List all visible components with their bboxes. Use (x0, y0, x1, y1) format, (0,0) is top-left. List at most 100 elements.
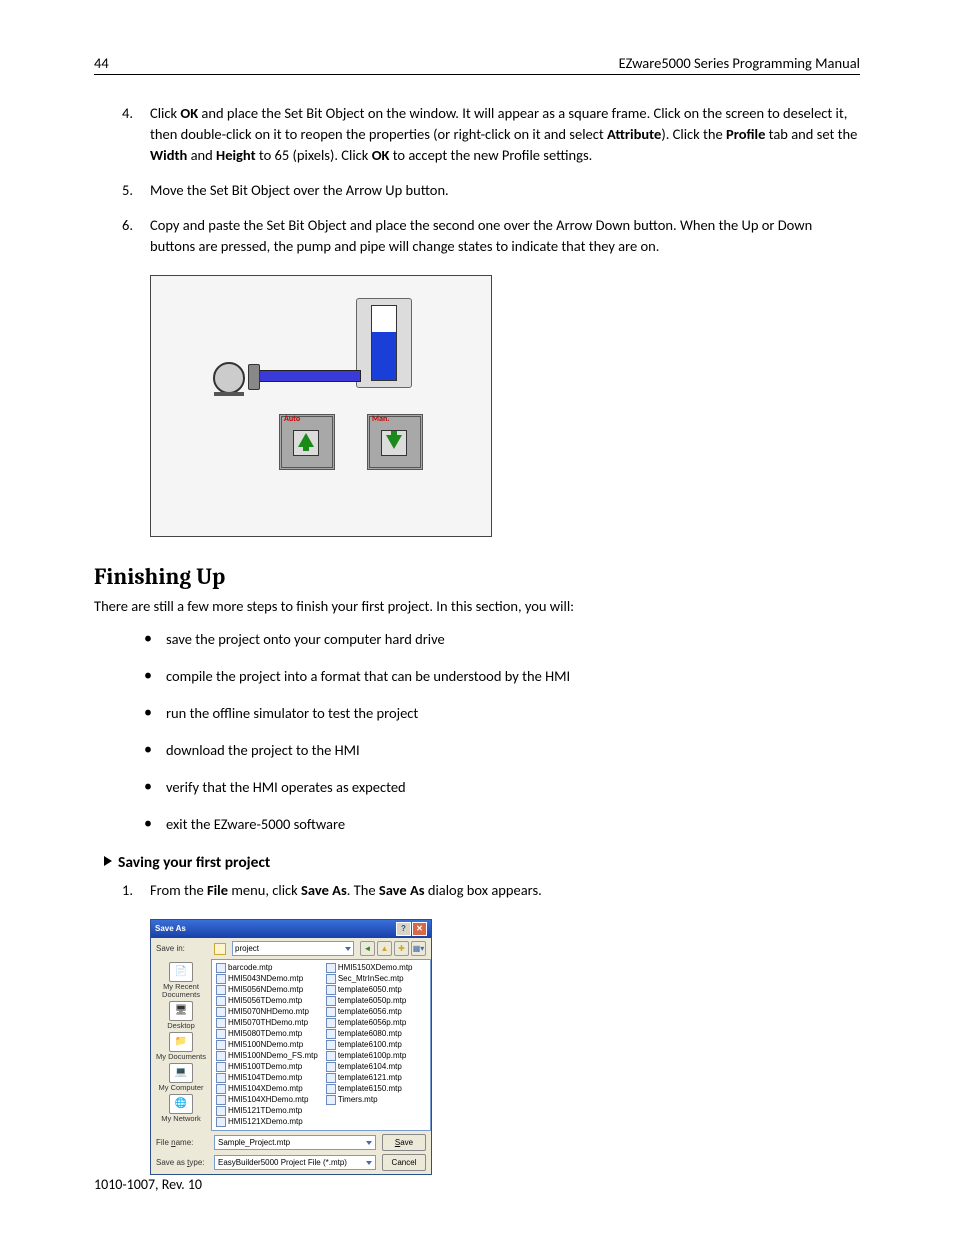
section-heading: Finishing Up (94, 563, 860, 590)
down-button-label: Man. (372, 414, 389, 424)
pipe-cap-graphic (248, 364, 260, 390)
arrow-down-button[interactable]: Man. (367, 414, 423, 470)
file-item[interactable]: template6100p.mtp (326, 1051, 413, 1061)
file-item[interactable]: template6050p.mtp (326, 996, 413, 1006)
file-icon (216, 1117, 226, 1127)
file-icon (326, 1062, 336, 1072)
file-item[interactable]: Sec_MtrInSec.mtp (326, 974, 413, 984)
file-item[interactable]: template6100.mtp (326, 1040, 413, 1050)
arrow-up-button[interactable]: Auto (279, 414, 335, 470)
place-network[interactable]: 🌐My Network (161, 1094, 201, 1123)
file-item[interactable]: HMI5056NDemo.mtp (216, 985, 318, 995)
page-header: 44 EZware5000 Series Programming Manual (94, 54, 860, 75)
file-icon (216, 1095, 226, 1105)
file-item[interactable]: HMI5070THDemo.mtp (216, 1018, 318, 1028)
bullet-item: download the project to the HMI (166, 741, 860, 760)
desktop-icon: 🖥 (169, 1001, 193, 1021)
back-icon[interactable]: ◄ (360, 941, 375, 956)
help-button[interactable]: ? (396, 922, 411, 936)
save-button[interactable]: Save (382, 1134, 426, 1151)
file-item[interactable]: template6080.mtp (326, 1029, 413, 1039)
hmi-screenshot: Auto Man. (150, 275, 492, 537)
up-folder-icon[interactable]: ▲ (377, 941, 392, 956)
file-item[interactable]: template6150.mtp (326, 1084, 413, 1094)
file-col-2: HMI5150XDemo.mtpSec_MtrInSec.mtptemplate… (326, 963, 413, 1127)
section-lead: There are still a few more steps to fini… (94, 596, 860, 616)
file-item[interactable]: HMI5100NDemo.mtp (216, 1040, 318, 1050)
chevron-down-icon (366, 1141, 372, 1145)
pipe-graphic (255, 370, 361, 382)
recent-icon: 📄 (169, 962, 193, 982)
file-icon (326, 1084, 336, 1094)
step-5-text: Move the Set Bit Object over the Arrow U… (150, 181, 449, 199)
file-item[interactable]: template6056.mtp (326, 1007, 413, 1017)
file-item[interactable]: template6104.mtp (326, 1062, 413, 1072)
file-icon (216, 985, 226, 995)
bullet-item: exit the EZware-5000 software (166, 815, 860, 834)
file-item[interactable]: HMI5080TDemo.mtp (216, 1029, 318, 1039)
file-item[interactable]: HMI5104TDemo.mtp (216, 1073, 318, 1083)
filename-label: File name: (156, 1139, 208, 1148)
file-item[interactable]: HMI5100NDemo_FS.mtp (216, 1051, 318, 1061)
file-icon (326, 1007, 336, 1017)
network-icon: 🌐 (169, 1094, 193, 1114)
file-item[interactable]: HMI5104XDemo.mtp (216, 1084, 318, 1094)
computer-icon: 💻 (169, 1063, 193, 1083)
view-menu-icon[interactable]: ▦▾ (411, 941, 426, 956)
file-item[interactable]: template6056p.mtp (326, 1018, 413, 1028)
step-4: 4.Click OK and place the Set Bit Object … (150, 103, 860, 166)
filename-input[interactable]: Sample_Project.mtp (214, 1135, 376, 1150)
file-item[interactable]: Timers.mtp (326, 1095, 413, 1105)
step-5: 5.Move the Set Bit Object over the Arrow… (150, 180, 860, 201)
place-documents[interactable]: 📁My Documents (156, 1032, 206, 1061)
instruction-steps: 4.Click OK and place the Set Bit Object … (94, 103, 860, 257)
file-icon (216, 1084, 226, 1094)
file-item[interactable]: HMI5150XDemo.mtp (326, 963, 413, 973)
place-desktop[interactable]: 🖥Desktop (167, 1001, 195, 1030)
savetype-dropdown[interactable]: EasyBuilder5000 Project File (*.mtp) (214, 1155, 376, 1170)
place-computer[interactable]: 💻My Computer (158, 1063, 203, 1092)
file-item[interactable]: HMI5070NHDemo.mtp (216, 1007, 318, 1017)
file-icon (216, 1051, 226, 1061)
save-in-label: Save in: (156, 945, 208, 954)
file-icon (216, 1106, 226, 1116)
file-list[interactable]: barcode.mtpHMI5043NDemo.mtpHMI5056NDemo.… (211, 959, 431, 1131)
file-icon (216, 1062, 226, 1072)
file-icon (326, 1029, 336, 1039)
file-item[interactable]: barcode.mtp (216, 963, 318, 973)
arrow-down-icon (386, 435, 402, 449)
file-icon (216, 1007, 226, 1017)
save-in-row: Save in: project ◄ ▲ ✚ ▦▾ (151, 938, 431, 959)
file-item[interactable]: HMI5121XDemo.mtp (216, 1117, 318, 1127)
save-as-dialog: Save As ? ✕ Save in: project ◄ ▲ ✚ ▦▾ 📄M… (150, 919, 432, 1175)
place-recent[interactable]: 📄My Recent Documents (153, 962, 209, 999)
manual-title: EZware5000 Series Programming Manual (619, 54, 860, 72)
folder-icon (214, 943, 226, 955)
file-item[interactable]: template6121.mtp (326, 1073, 413, 1083)
saving-step-1-text: From the File menu, click Save As. The S… (150, 881, 542, 899)
file-item[interactable]: HMI5100TDemo.mtp (216, 1062, 318, 1072)
bullet-list: save the project onto your computer hard… (94, 630, 860, 833)
file-icon (216, 1018, 226, 1028)
dialog-titlebar: Save As ? ✕ (151, 920, 431, 938)
savetype-label: Save as type: (156, 1159, 208, 1168)
chevron-down-icon (345, 947, 351, 951)
places-bar: 📄My Recent Documents 🖥Desktop 📁My Docume… (151, 959, 211, 1131)
triangle-icon (104, 856, 112, 866)
file-item[interactable]: HMI5056TDemo.mtp (216, 996, 318, 1006)
close-button[interactable]: ✕ (412, 922, 427, 936)
bullet-item: verify that the HMI operates as expected (166, 778, 860, 797)
subheading: Saving your first project (104, 853, 860, 872)
file-item[interactable]: template6050.mtp (326, 985, 413, 995)
new-folder-icon[interactable]: ✚ (394, 941, 409, 956)
chevron-down-icon (366, 1161, 372, 1165)
cancel-button[interactable]: Cancel (382, 1154, 426, 1171)
file-item[interactable]: HMI5121TDemo.mtp (216, 1106, 318, 1116)
save-in-dropdown[interactable]: project (232, 941, 354, 956)
documents-icon: 📁 (169, 1032, 193, 1052)
file-icon (326, 974, 336, 984)
file-item[interactable]: HMI5043NDemo.mtp (216, 974, 318, 984)
page-footer: 1010-1007, Rev. 10 (94, 1176, 202, 1193)
step-6-text: Copy and paste the Set Bit Object and pl… (150, 216, 812, 255)
file-item[interactable]: HMI5104XHDemo.mtp (216, 1095, 318, 1105)
